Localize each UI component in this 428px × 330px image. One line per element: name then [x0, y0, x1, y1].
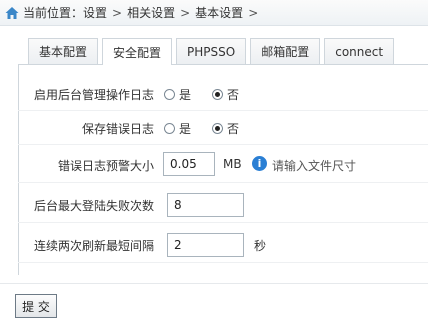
admin-log-yes-radio[interactable] [164, 89, 175, 100]
error-log-size-row: 错误日志预警大小 MB i 请输入文件尺寸 [18, 146, 428, 183]
info-icon: i [252, 156, 267, 171]
breadcrumb-separator: > [248, 5, 259, 20]
tab-basic-config[interactable]: 基本配置 [28, 38, 99, 64]
min-refresh-row: 连续两次刷新最短间隔 秒 [18, 224, 428, 263]
divider [0, 283, 428, 284]
breadcrumb-item-basic-settings[interactable]: 基本设置 [195, 4, 243, 21]
error-log-no-label[interactable]: 否 [227, 120, 239, 137]
tab-phpsso[interactable]: PHPSSO [176, 38, 247, 64]
error-log-label: 保存错误日志 [82, 122, 155, 136]
tab-bar: 基本配置 安全配置 PHPSSO 邮箱配置 connect [28, 38, 395, 65]
min-refresh-unit: 秒 [254, 239, 267, 253]
breadcrumb: 当前位置： 设置 > 相关设置 > 基本设置 > [0, 0, 428, 26]
admin-log-row: 启用后台管理操作日志 是 否 [18, 78, 428, 111]
breadcrumb-item-related-settings[interactable]: 相关设置 [127, 4, 175, 21]
home-icon[interactable] [4, 5, 20, 21]
error-log-yes-label[interactable]: 是 [179, 120, 191, 137]
breadcrumb-prefix: 当前位置： [23, 6, 84, 20]
error-log-yes-radio[interactable] [164, 123, 175, 134]
tab-security-config[interactable]: 安全配置 [102, 38, 173, 65]
error-log-row: 保存错误日志 是 否 [18, 112, 428, 145]
breadcrumb-item-settings[interactable]: 设置 [83, 4, 107, 21]
error-log-no-radio[interactable] [212, 123, 223, 134]
error-log-size-input[interactable] [163, 152, 215, 176]
admin-log-no-radio[interactable] [212, 89, 223, 100]
admin-log-no-label[interactable]: 否 [227, 86, 239, 103]
admin-log-label: 启用后台管理操作日志 [34, 88, 155, 102]
error-log-size-label: 错误日志预警大小 [58, 159, 155, 173]
breadcrumb-separator: > [112, 5, 123, 20]
submit-button[interactable]: 提 交 [15, 294, 57, 318]
tab-mail-config[interactable]: 邮箱配置 [250, 38, 321, 64]
error-log-size-unit: MB [223, 157, 242, 171]
tab-connect[interactable]: connect [324, 38, 395, 64]
error-log-size-hint: 请输入文件尺寸 [272, 159, 357, 173]
max-login-fail-input[interactable] [167, 193, 244, 217]
admin-log-yes-label[interactable]: 是 [179, 86, 191, 103]
breadcrumb-separator: > [180, 5, 191, 20]
min-refresh-label: 连续两次刷新最短间隔 [34, 239, 155, 253]
max-login-fail-label: 后台最大登陆失败次数 [34, 199, 155, 213]
min-refresh-input[interactable] [167, 233, 244, 257]
max-login-fail-row: 后台最大登陆失败次数 [18, 184, 428, 223]
